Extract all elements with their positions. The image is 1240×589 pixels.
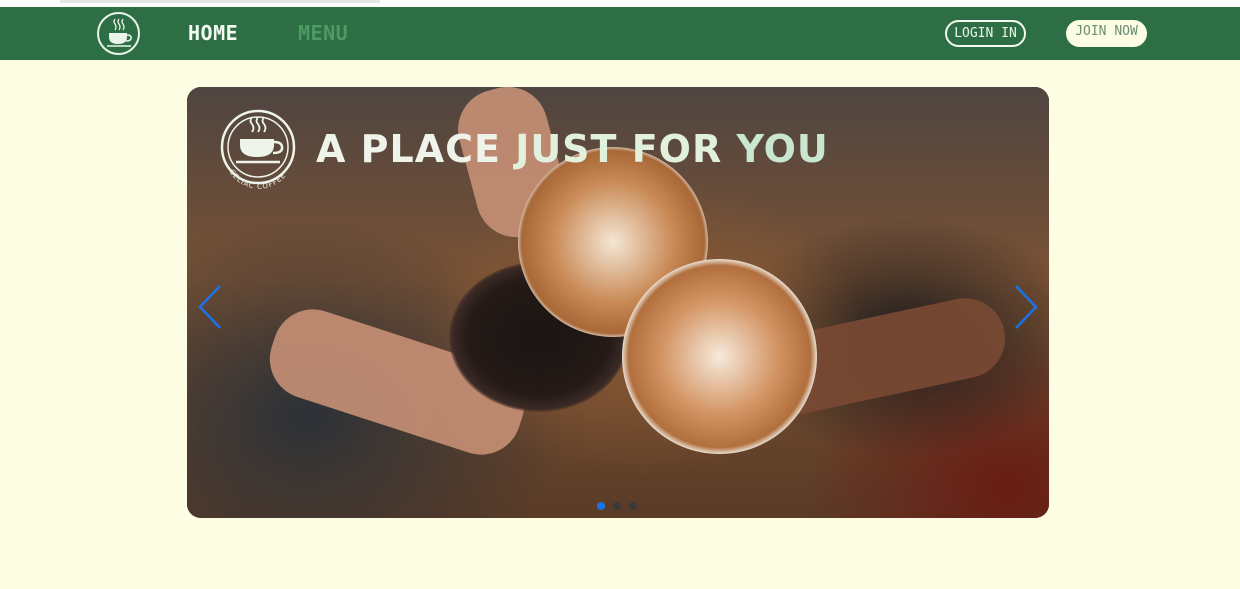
svg-text:CELIAC COFFEE: CELIAC COFFEE [228,168,288,191]
headline-part-3: FOR [631,127,737,171]
carousel-indicators [597,502,637,510]
carousel-dot-2[interactable] [613,502,621,510]
headline-part-1: A PLACE [316,127,516,171]
latte-cup-right [622,259,817,454]
chevron-right-icon [1015,285,1038,329]
hero-brand: CELIAC COFFEE A PLACE JUST FOR YOU [208,107,829,191]
nav-menu-link[interactable]: MENU [298,21,348,45]
top-navbar: HOME MENU LOGIN IN JOIN NOW [0,7,1240,60]
carousel-next-button[interactable] [1006,277,1046,337]
browser-top-strip [0,0,1240,7]
nav-home-link[interactable]: HOME [188,21,238,45]
join-now-button[interactable]: JOIN NOW [1066,20,1147,47]
carousel-dot-1[interactable] [597,502,605,510]
carousel-prev-button[interactable] [190,277,230,337]
brand-badge-text: CELIAC COFFEE [228,168,287,191]
chevron-left-icon [198,285,221,329]
hero-carousel: CELIAC COFFEE A PLACE JUST FOR YOU [187,87,1049,518]
hero-headline: A PLACE JUST FOR YOU [316,127,829,171]
carousel-dot-3[interactable] [629,502,637,510]
headline-part-4: YOU [736,127,829,171]
login-button[interactable]: LOGIN IN [945,20,1026,47]
celiac-coffee-logo: CELIAC COFFEE [208,107,312,191]
coffee-cup-icon[interactable] [97,12,140,55]
top-strip-shade [60,0,380,3]
headline-part-2: JUST [515,127,632,171]
